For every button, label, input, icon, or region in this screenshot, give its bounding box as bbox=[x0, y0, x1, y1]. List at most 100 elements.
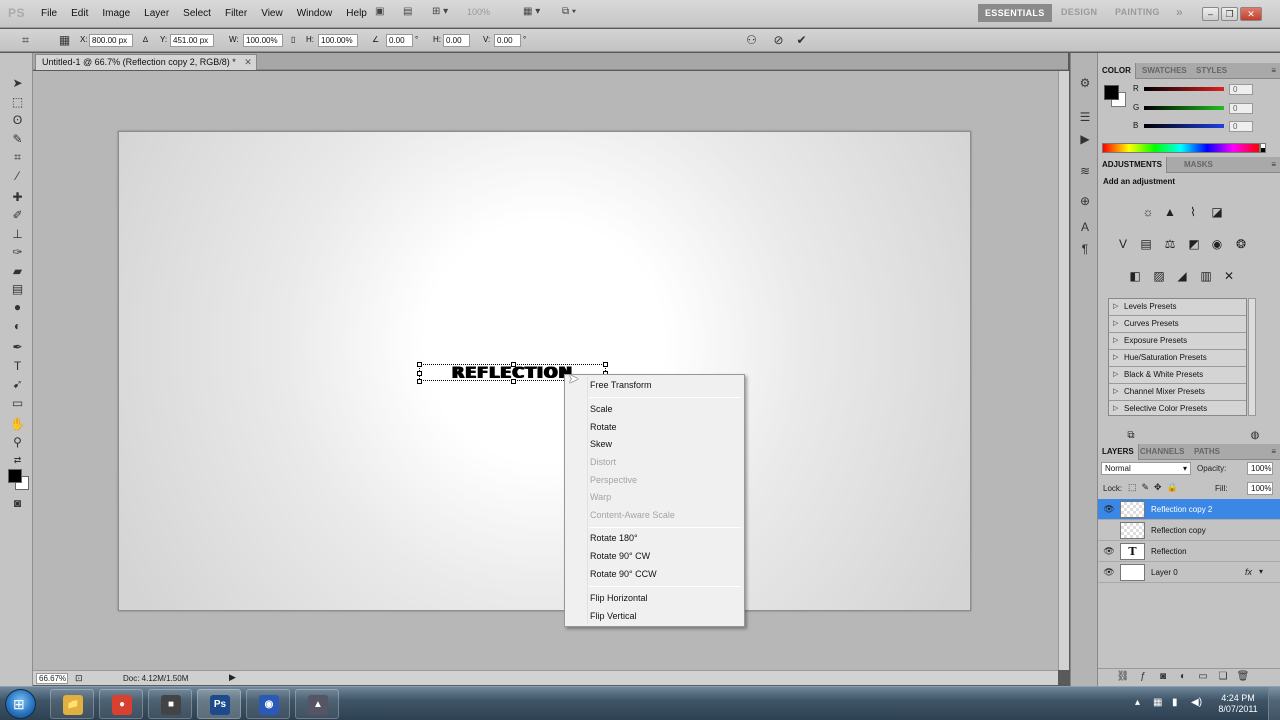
preset-levels[interactable]: ▷ Levels Presets bbox=[1109, 299, 1246, 316]
chevron-down-icon[interactable]: ▾ bbox=[1259, 567, 1263, 576]
layer-row-reflection-copy-2[interactable]: 👁 Reflection copy 2 bbox=[1098, 499, 1280, 520]
blend-mode-select[interactable]: Normal ▾ bbox=[1101, 462, 1191, 475]
menu-item-rotate[interactable]: Rotate bbox=[590, 422, 617, 432]
clone-stamp-tool-icon[interactable]: ⊥ bbox=[9, 226, 26, 242]
workspace-essentials[interactable]: ESSENTIALS bbox=[978, 4, 1052, 22]
paragraph-panel-icon[interactable]: ¶ bbox=[1077, 241, 1093, 257]
crop-tool-icon[interactable]: ⌗ bbox=[9, 149, 26, 165]
transform-handle-bc[interactable] bbox=[511, 379, 516, 384]
posterize-icon[interactable]: ▨ bbox=[1151, 268, 1167, 284]
taskbar-photoshop[interactable]: Ps bbox=[197, 689, 241, 719]
taskbar-explorer[interactable]: 📁 bbox=[50, 689, 94, 719]
history-panel-icon[interactable]: ☰ bbox=[1077, 109, 1093, 125]
y-input[interactable]: 451.00 px bbox=[170, 34, 214, 47]
zoom-level-display[interactable]: 100% bbox=[467, 7, 490, 17]
menu-item-flip-horizontal[interactable]: Flip Horizontal bbox=[590, 593, 648, 603]
marquee-tool-icon[interactable]: ⬚ bbox=[9, 94, 26, 110]
horizontal-scrollbar[interactable] bbox=[240, 670, 1058, 685]
gradient-tool-icon[interactable]: ▤ bbox=[9, 281, 26, 297]
quick-select-tool-icon[interactable]: ✎ bbox=[9, 131, 26, 147]
tab-color[interactable]: COLOR bbox=[1098, 63, 1136, 79]
zoom-status-input[interactable]: 66.67% bbox=[36, 673, 68, 684]
tray-clock[interactable]: 4:24 PM 8/07/2011 bbox=[1213, 693, 1263, 715]
preset-hue-saturation[interactable]: ▷ Hue/Saturation Presets bbox=[1109, 350, 1246, 367]
gradient-map-icon[interactable]: ▥ bbox=[1198, 268, 1214, 284]
channel-r-value[interactable]: 0 bbox=[1229, 84, 1253, 95]
channel-mixer-icon[interactable]: ❂ bbox=[1233, 236, 1249, 252]
reference-point-icon[interactable]: ▦ bbox=[57, 33, 72, 48]
menu-item-rotate-90-ccw[interactable]: Rotate 90° CCW bbox=[590, 569, 657, 579]
zoom-tool-icon[interactable]: ⚲ bbox=[9, 434, 26, 450]
tool-preset-icon[interactable]: ⌗ bbox=[18, 33, 33, 48]
x-input[interactable]: 800.00 px bbox=[89, 34, 133, 47]
screen-mode-icon[interactable]: ⧉ ▾ bbox=[562, 6, 576, 22]
mini-bridge-panel-icon[interactable]: ⚙ bbox=[1077, 75, 1093, 91]
menu-item-skew[interactable]: Skew bbox=[590, 439, 612, 449]
tab-paths[interactable]: PATHS bbox=[1190, 444, 1224, 460]
brightness-contrast-icon[interactable]: ☼ bbox=[1140, 204, 1156, 220]
layer-row-reflection[interactable]: 👁 T Reflection bbox=[1098, 541, 1280, 562]
commit-transform-icon[interactable]: ✔ bbox=[794, 33, 809, 48]
menu-file[interactable]: File bbox=[34, 0, 64, 28]
panel-foreground-swatch[interactable] bbox=[1104, 85, 1119, 100]
menu-item-scale[interactable]: Scale bbox=[590, 404, 613, 414]
vertical-scrollbar[interactable] bbox=[1058, 71, 1069, 670]
color-panel-menu-icon[interactable]: ≡ bbox=[1271, 66, 1276, 75]
eraser-tool-icon[interactable]: ▰ bbox=[9, 263, 26, 279]
history-brush-tool-icon[interactable]: ✑ bbox=[9, 244, 26, 260]
quick-mask-icon[interactable]: ◙ bbox=[9, 495, 26, 511]
threshold-icon[interactable]: ◢ bbox=[1174, 268, 1190, 284]
width-input[interactable]: 100.00% bbox=[243, 34, 283, 47]
transform-handle-tl[interactable] bbox=[417, 362, 422, 367]
channel-g-value[interactable]: 0 bbox=[1229, 103, 1253, 114]
menu-view[interactable]: View bbox=[254, 0, 290, 28]
taskbar-tool[interactable]: ▲ bbox=[295, 689, 339, 719]
levels-icon[interactable]: ▲ bbox=[1162, 204, 1178, 220]
restore-button[interactable]: ❐ bbox=[1221, 7, 1238, 21]
clip-to-layer-icon[interactable]: ⧉ bbox=[1123, 428, 1139, 444]
angle-input[interactable]: 0.00 bbox=[386, 34, 413, 47]
foreground-color-swatch[interactable] bbox=[8, 469, 22, 483]
vskew-input[interactable]: 0.00 bbox=[494, 34, 521, 47]
close-tab-icon[interactable]: ✕ bbox=[244, 55, 252, 70]
menu-item-flip-vertical[interactable]: Flip Vertical bbox=[590, 611, 637, 621]
close-button[interactable]: ✕ bbox=[1240, 7, 1262, 21]
eye-icon[interactable]: 👁 bbox=[1102, 502, 1116, 516]
menu-edit[interactable]: Edit bbox=[64, 0, 95, 28]
transform-handle-bl[interactable] bbox=[417, 379, 422, 384]
menu-image[interactable]: Image bbox=[95, 0, 137, 28]
minibridge-icon[interactable]: ▤ bbox=[403, 6, 412, 22]
status-info-icon[interactable]: ⊡ bbox=[75, 673, 83, 684]
channel-r-slider[interactable] bbox=[1144, 87, 1224, 91]
tab-swatches[interactable]: SWATCHES bbox=[1138, 63, 1191, 79]
hue-saturation-icon[interactable]: ▤ bbox=[1138, 236, 1154, 252]
taskbar-browser[interactable]: ◉ bbox=[246, 689, 290, 719]
workspace-design[interactable]: DESIGN bbox=[1061, 7, 1097, 17]
workspace-painting[interactable]: PAINTING bbox=[1115, 7, 1160, 17]
menu-item-rotate-180[interactable]: Rotate 180° bbox=[590, 533, 638, 543]
visibility-toggle-empty[interactable] bbox=[1102, 523, 1116, 537]
lasso-tool-icon[interactable]: ʘ bbox=[9, 112, 26, 128]
bridge-icon[interactable]: ▣ bbox=[375, 6, 384, 22]
healing-brush-tool-icon[interactable]: ✚ bbox=[9, 189, 26, 205]
tab-masks[interactable]: MASKS bbox=[1180, 157, 1217, 173]
relative-position-icon[interactable]: ∆ bbox=[143, 35, 148, 44]
layers-panel-menu-icon[interactable]: ≡ bbox=[1271, 447, 1276, 456]
layer-style-icon[interactable]: ƒ bbox=[1136, 671, 1150, 682]
adjustment-options-icon[interactable]: ◍ bbox=[1247, 428, 1263, 444]
tab-channels[interactable]: CHANNELS bbox=[1136, 444, 1188, 460]
menu-select[interactable]: Select bbox=[176, 0, 218, 28]
brush-tool-icon[interactable]: ✐ bbox=[9, 207, 26, 223]
curves-icon[interactable]: ⌇ bbox=[1185, 204, 1201, 220]
menu-item-rotate-90-cw[interactable]: Rotate 90° CW bbox=[590, 551, 650, 561]
channel-b-value[interactable]: 0 bbox=[1229, 121, 1253, 132]
adjustments-panel-menu-icon[interactable]: ≡ bbox=[1271, 160, 1276, 169]
hskew-input[interactable]: 0.00 bbox=[443, 34, 470, 47]
menu-help[interactable]: Help bbox=[339, 0, 374, 28]
transform-handle-tr[interactable] bbox=[603, 362, 608, 367]
link-layers-icon[interactable]: ⛓ bbox=[1116, 671, 1130, 682]
menu-filter[interactable]: Filter bbox=[218, 0, 254, 28]
layer-mask-icon[interactable]: ◙ bbox=[1156, 671, 1170, 682]
eyedropper-tool-icon[interactable]: ⁄ bbox=[9, 168, 26, 184]
layer-effects-badge[interactable]: fx bbox=[1245, 567, 1252, 577]
